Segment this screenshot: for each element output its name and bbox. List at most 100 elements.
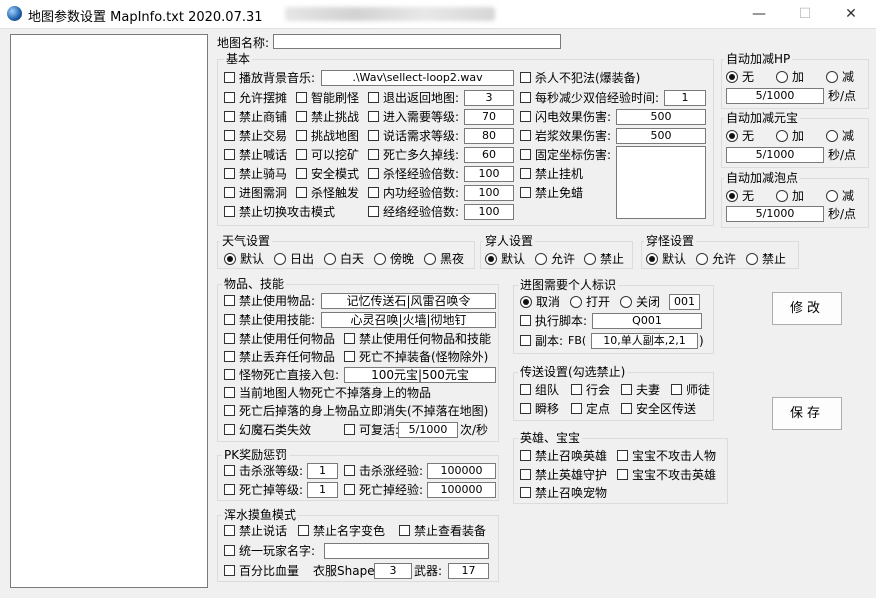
bg-music-input[interactable]: .\Wav\sellect-loop2.wav: [321, 70, 514, 86]
exit-return-input[interactable]: 3: [464, 90, 514, 106]
save-button[interactable]: 保存: [772, 397, 842, 430]
pass-monster-default-radio[interactable]: 默认: [646, 251, 686, 267]
death-exp-checkbox[interactable]: 死亡掉经验:: [344, 482, 423, 498]
pass-monster-allow-radio[interactable]: 允许: [696, 251, 736, 267]
weather-day-radio[interactable]: 白天: [324, 251, 364, 267]
double-exp-input[interactable]: 1: [664, 90, 706, 106]
bg-music-checkbox[interactable]: 播放背景音乐:: [224, 70, 315, 86]
inner-exp-checkbox[interactable]: 内功经验倍数:: [368, 185, 459, 201]
unified-name-input[interactable]: [324, 543, 489, 559]
no-talk-checkbox[interactable]: 禁止说话: [224, 523, 287, 539]
teleport-couple-checkbox[interactable]: 夫妻: [621, 382, 660, 398]
challenge-map-checkbox[interactable]: 挑战地图: [296, 128, 359, 144]
meridian-exp-checkbox[interactable]: 经络经验倍数:: [368, 204, 459, 220]
auto-paopao-input[interactable]: 5/1000: [726, 206, 824, 222]
death-level-input[interactable]: 1: [307, 482, 338, 498]
death-level-checkbox[interactable]: 死亡掉等级:: [224, 482, 303, 498]
monster-drop-bag-input[interactable]: 100元宝|500元宝: [344, 367, 496, 383]
revive-input[interactable]: 5/1000: [398, 422, 458, 438]
no-pk-crime-checkbox[interactable]: 杀人不犯法(爆装备): [520, 70, 640, 86]
auto-yuanbao-none-radio[interactable]: 无: [726, 128, 754, 144]
death-no-drop-checkbox[interactable]: 死亡不掉装备(怪物除外): [344, 349, 488, 365]
no-challenge-checkbox[interactable]: 禁止挑战: [296, 109, 359, 125]
identity-id-input[interactable]: 001: [669, 294, 700, 310]
teleport-master-checkbox[interactable]: 师徒: [671, 382, 710, 398]
map-list[interactable]: [10, 34, 208, 588]
pass-person-deny-radio[interactable]: 禁止: [584, 251, 624, 267]
no-call-hero-checkbox[interactable]: 禁止召唤英雄: [520, 448, 607, 464]
identity-open-radio[interactable]: 打开: [570, 294, 610, 310]
no-mount-checkbox[interactable]: 禁止骑马: [224, 166, 287, 182]
teleport-guild-checkbox[interactable]: 行会: [571, 382, 610, 398]
weather-dusk-radio[interactable]: 傍晚: [374, 251, 414, 267]
smart-refresh-checkbox[interactable]: 智能刷怪: [296, 90, 359, 106]
fixed-dmg-textarea[interactable]: [616, 146, 706, 219]
inner-exp-input[interactable]: 100: [464, 185, 514, 201]
teleport-fixed-checkbox[interactable]: 定点: [571, 401, 610, 417]
pet-no-attack-player-checkbox[interactable]: 宝宝不攻击人物: [617, 448, 716, 464]
auto-paopao-none-radio[interactable]: 无: [726, 188, 754, 204]
no-shout-checkbox[interactable]: 禁止喊话: [224, 147, 287, 163]
auto-hp-add-radio[interactable]: 加: [776, 69, 804, 85]
kill-exp-input[interactable]: 100: [464, 166, 514, 182]
no-afk-checkbox[interactable]: 禁止挂机: [520, 166, 583, 182]
teleport-instant-checkbox[interactable]: 瞬移: [520, 401, 559, 417]
cloth-shape-input[interactable]: 3: [374, 563, 412, 579]
safe-mode-checkbox[interactable]: 安全模式: [296, 166, 359, 182]
death-drop-checkbox[interactable]: 死亡多久掉线:: [368, 147, 459, 163]
auto-hp-none-radio[interactable]: 无: [726, 69, 754, 85]
identity-close-radio[interactable]: 关闭: [620, 294, 660, 310]
no-name-color-checkbox[interactable]: 禁止名字变色: [298, 523, 385, 539]
kill-exp-pk-checkbox[interactable]: 击杀涨经验:: [344, 463, 423, 479]
exit-return-checkbox[interactable]: 退出返回地图:: [368, 90, 459, 106]
lightning-dmg-input[interactable]: 500: [616, 109, 706, 125]
can-mine-checkbox[interactable]: 可以挖矿: [296, 147, 359, 163]
no-attack-mode-checkbox[interactable]: 禁止切换攻击模式: [224, 204, 335, 220]
weather-default-radio[interactable]: 默认: [224, 251, 264, 267]
weapon-input[interactable]: 17: [448, 563, 489, 579]
no-drop-any-checkbox[interactable]: 禁止丢弃任何物品: [224, 349, 335, 365]
death-drop-input[interactable]: 60: [464, 147, 514, 163]
monster-drop-bag-checkbox[interactable]: 怪物死亡直接入包:: [224, 367, 339, 383]
kill-level-input[interactable]: 1: [307, 463, 338, 479]
pass-person-default-radio[interactable]: 默认: [485, 251, 525, 267]
kill-trigger-checkbox[interactable]: 杀怪触发: [296, 185, 359, 201]
player-no-drop-checkbox[interactable]: 当前地图人物死亡不掉落身上的物品: [224, 385, 431, 401]
allow-stall-checkbox[interactable]: 允许摆摊: [224, 90, 287, 106]
kill-exp-pk-input[interactable]: 100000: [427, 463, 496, 479]
death-exp-input[interactable]: 100000: [427, 482, 496, 498]
modify-button[interactable]: 修改: [772, 292, 842, 325]
no-use-item-checkbox[interactable]: 禁止使用物品:: [224, 293, 315, 309]
exec-script-input[interactable]: Q001: [592, 313, 702, 329]
auto-yuanbao-input[interactable]: 5/1000: [726, 147, 824, 163]
enter-cave-checkbox[interactable]: 进图需洞: [224, 185, 287, 201]
lightning-dmg-checkbox[interactable]: 闪电效果伤害:: [520, 109, 611, 125]
double-exp-checkbox[interactable]: 每秒减少双倍经验时间:: [520, 90, 659, 106]
no-use-skill-checkbox[interactable]: 禁止使用技能:: [224, 312, 315, 328]
no-view-equip-checkbox[interactable]: 禁止查看装备: [399, 523, 486, 539]
meridian-exp-input[interactable]: 100: [464, 204, 514, 220]
teleport-group-checkbox[interactable]: 组队: [520, 382, 559, 398]
kill-level-checkbox[interactable]: 击杀涨等级:: [224, 463, 303, 479]
percent-hp-checkbox[interactable]: 百分比血量: [224, 563, 299, 579]
no-free-trans-checkbox[interactable]: 禁止免蜡: [520, 185, 583, 201]
auto-paopao-add-radio[interactable]: 加: [776, 188, 804, 204]
lava-dmg-checkbox[interactable]: 岩浆效果伤害:: [520, 128, 611, 144]
can-revive-checkbox[interactable]: 可复活:: [344, 422, 399, 438]
exec-script-checkbox[interactable]: 执行脚本:: [520, 313, 587, 329]
talk-level-input[interactable]: 80: [464, 128, 514, 144]
weather-night-radio[interactable]: 黑夜: [424, 251, 464, 267]
talk-level-checkbox[interactable]: 说话需求等级:: [368, 128, 459, 144]
drop-vanish-checkbox[interactable]: 死亡后掉落的身上物品立即消失(不掉落在地图): [224, 403, 488, 419]
minimize-button[interactable]: —: [736, 0, 782, 28]
lava-dmg-input[interactable]: 500: [616, 128, 706, 144]
auto-paopao-sub-radio[interactable]: 减: [826, 188, 854, 204]
identity-cancel-radio[interactable]: 取消: [520, 294, 560, 310]
no-shop-checkbox[interactable]: 禁止商铺: [224, 109, 287, 125]
stone-fail-checkbox[interactable]: 幻魔石类失效: [224, 422, 311, 438]
enter-level-checkbox[interactable]: 进入需要等级:: [368, 109, 459, 125]
close-button[interactable]: ✕: [828, 0, 874, 28]
no-hero-guard-checkbox[interactable]: 禁止英雄守护: [520, 467, 607, 483]
map-name-input[interactable]: [273, 34, 561, 49]
no-any-item-checkbox[interactable]: 禁止使用任何物品: [224, 331, 335, 347]
